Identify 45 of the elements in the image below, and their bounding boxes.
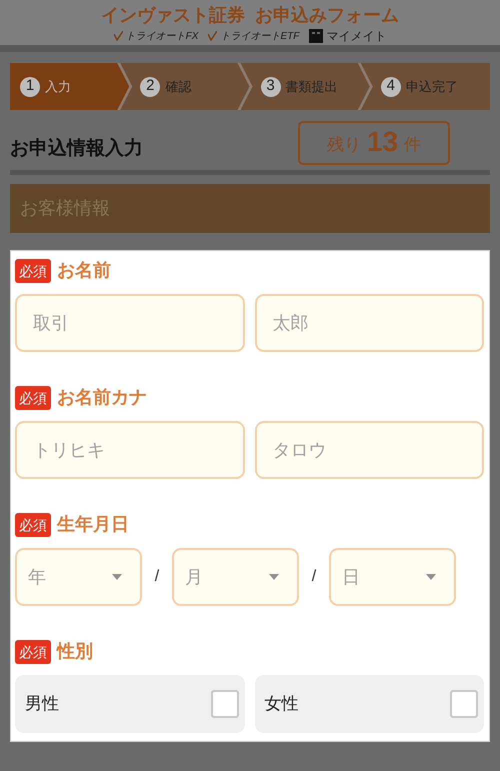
- square-logo-icon: [309, 29, 324, 43]
- field-label: 生年月日: [57, 513, 129, 536]
- select-field[interactable]: 月: [172, 548, 299, 606]
- select-field[interactable]: 日: [329, 548, 456, 606]
- field-label: お名前カナ: [57, 386, 147, 409]
- checkbox[interactable]: [210, 690, 238, 718]
- option-label: 女性: [264, 693, 298, 716]
- brand-name: マイメイト: [326, 28, 386, 45]
- radio-option[interactable]: 男性: [15, 675, 244, 733]
- field-label: お名前: [57, 259, 111, 282]
- step-number: 4: [380, 76, 401, 96]
- step-number: 1: [20, 76, 40, 96]
- checkbox[interactable]: [450, 690, 478, 718]
- date-separator: /: [310, 567, 318, 587]
- text-field[interactable]: トリヒキ: [15, 421, 244, 479]
- remaining-count: 13: [366, 127, 398, 157]
- caret-icon: [112, 574, 122, 580]
- text-field[interactable]: タロウ: [254, 421, 484, 479]
- date-separator: /: [154, 567, 160, 587]
- required-badge: 必須: [15, 512, 51, 536]
- field-label: 性別: [57, 640, 93, 663]
- step-label: 入力: [45, 78, 71, 96]
- required-badge: 必須: [15, 258, 51, 282]
- step-label: 書類提出: [286, 78, 338, 96]
- step-number: 3: [260, 76, 280, 96]
- radio-option[interactable]: 女性: [254, 675, 484, 733]
- text-field[interactable]: 太郎: [254, 294, 484, 352]
- brand-name: トライオートETF: [220, 30, 300, 44]
- option-label: 男性: [25, 693, 59, 716]
- remaining-suffix: 件: [404, 134, 422, 156]
- required-badge: 必須: [15, 386, 51, 410]
- check-logo-icon: [114, 31, 123, 41]
- page-heading: お申込情報入力: [10, 136, 143, 161]
- caret-icon: [269, 574, 279, 580]
- brand-name: トライオートFX: [126, 30, 198, 44]
- page-title: インヴァスト証券 お申込みフォーム: [100, 4, 399, 26]
- text-field[interactable]: 取引: [15, 294, 244, 352]
- select-field[interactable]: 年: [15, 548, 142, 606]
- step-label: 確認: [165, 78, 192, 96]
- caret-icon: [426, 574, 436, 580]
- required-badge: 必須: [15, 640, 51, 664]
- check-logo-icon: [208, 31, 218, 41]
- remaining-prefix: 残り: [326, 134, 361, 156]
- step-number: 2: [140, 76, 160, 96]
- step-label: 申込完了: [406, 78, 458, 96]
